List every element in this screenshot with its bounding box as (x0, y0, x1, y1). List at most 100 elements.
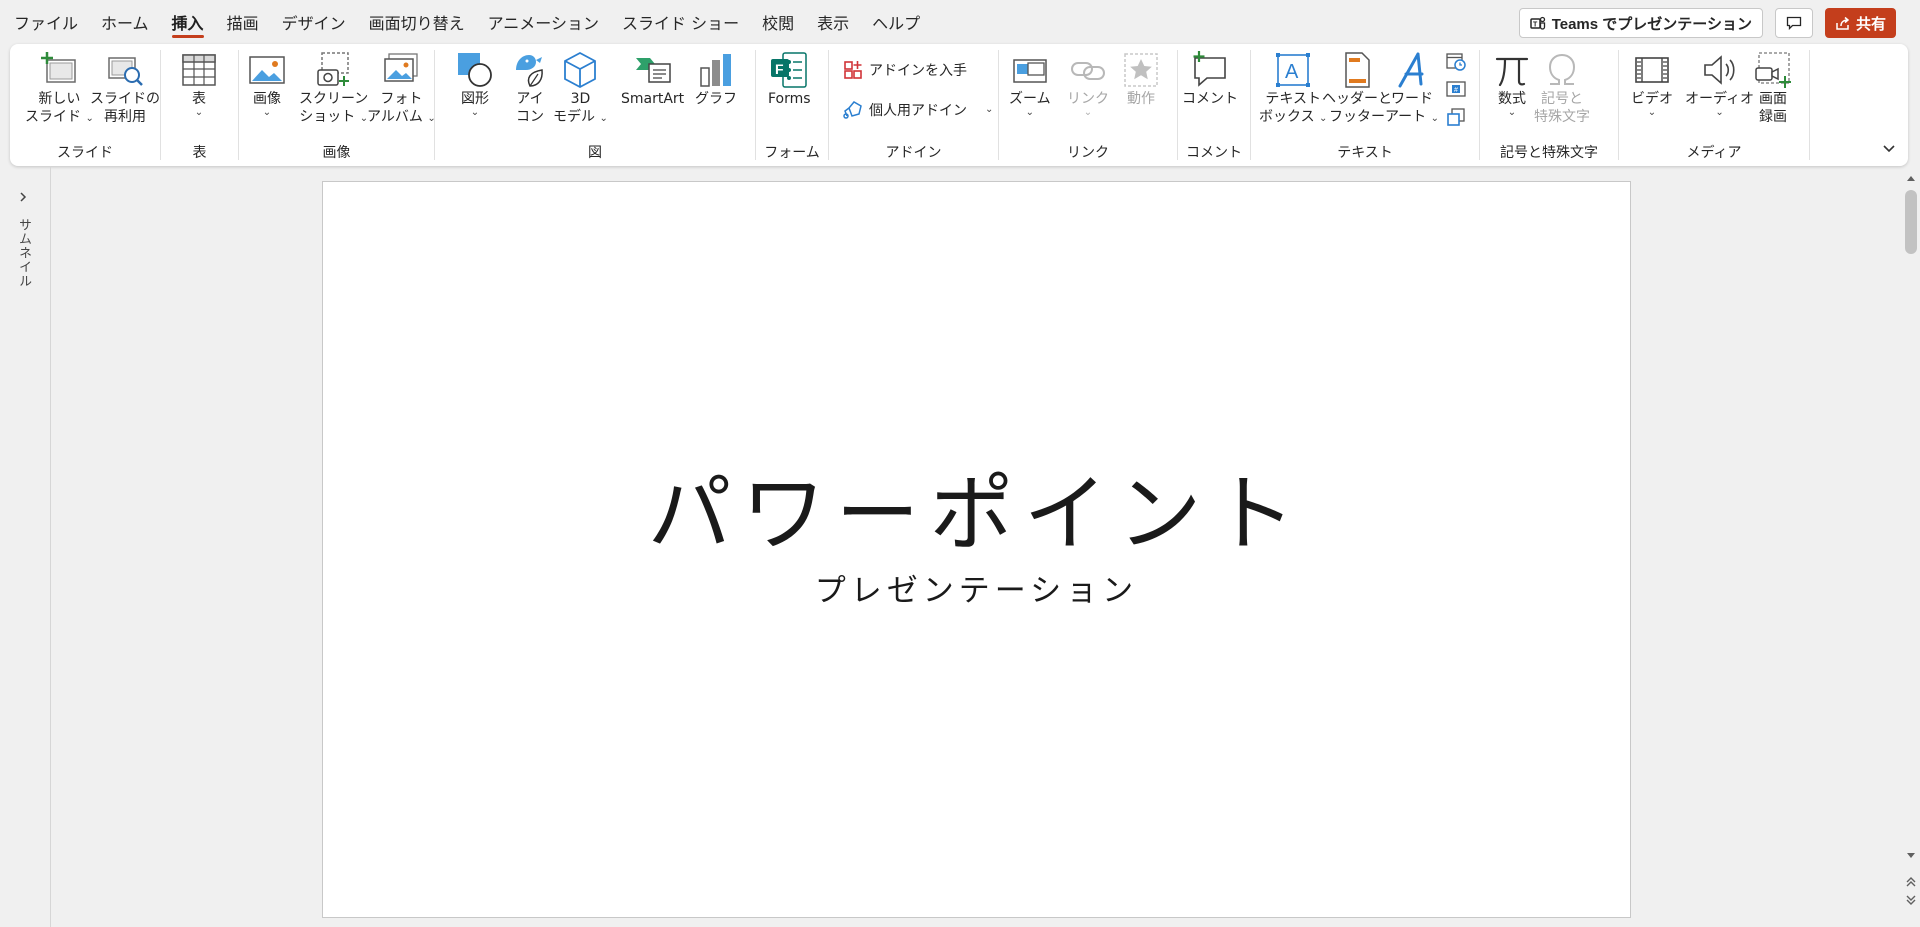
symbol-button[interactable]: 記号と 特殊文字 (1534, 50, 1590, 126)
slide-canvas[interactable]: パワーポイント プレゼンテーション (322, 181, 1631, 918)
3d-models-label-1: 3D (570, 91, 591, 107)
3d-models-label-2: モデル (553, 109, 595, 125)
tab-file[interactable]: ファイル (14, 0, 78, 44)
present-in-teams-button[interactable]: T Teams でプレゼンテーション (1518, 8, 1763, 38)
tab-animations[interactable]: アニメーション (488, 0, 599, 44)
get-addins-button[interactable]: アドインを入手 (843, 60, 967, 80)
symbols-group: 数式 ⌄ 記号と 特殊文字 記号と特殊文字 (1480, 44, 1618, 166)
link-label: リンク (1067, 91, 1109, 107)
new-comment-label: コメント (1182, 91, 1238, 107)
share-button[interactable]: 共有 (1824, 8, 1896, 38)
chevron-down-icon: ⌄ (1647, 107, 1657, 118)
svg-text:A: A (1285, 61, 1299, 83)
chevron-down-icon: ⌄ (599, 113, 608, 124)
forms-icon: F (769, 50, 809, 90)
cube-icon (560, 50, 600, 90)
wordart-button[interactable]: ワード アート ⌄ (1385, 50, 1439, 126)
tab-home[interactable]: ホーム (101, 0, 149, 44)
ribbon-divider (1809, 50, 1810, 160)
svg-text:F: F (775, 61, 784, 77)
slide-subtitle[interactable]: プレゼンテーション (323, 565, 1630, 610)
screenshot-icon (314, 50, 354, 90)
slide-title[interactable]: パワーポイント (323, 447, 1630, 568)
chart-button[interactable]: グラフ (695, 50, 737, 108)
previous-slide-button[interactable] (1904, 875, 1918, 889)
chart-label: グラフ (695, 91, 737, 107)
expand-thumbnails-button[interactable] (18, 188, 28, 207)
links-group: ズーム ⌄ リンク ⌄ 動作 リンク (999, 44, 1177, 166)
audio-button[interactable]: オーディオ ⌄ (1685, 50, 1754, 118)
wordart-label-2: アート (1385, 109, 1427, 125)
menu-right-actions: T Teams でプレゼンテーション 共有 (1518, 8, 1896, 38)
my-addins-button[interactable]: 個人用アドイン ⌄ (843, 100, 993, 120)
scroll-down-button[interactable] (1904, 849, 1918, 863)
shapes-button[interactable]: 図形 ⌄ (455, 50, 495, 118)
tab-design[interactable]: デザイン (282, 0, 346, 44)
symbol-label-2: 特殊文字 (1534, 109, 1590, 125)
slide-number-button[interactable]: # (1445, 78, 1467, 100)
comments-group-label: コメント (1186, 145, 1242, 161)
wordart-icon (1392, 50, 1432, 90)
photo-album-button[interactable]: フォト アルバム ⌄ (367, 50, 436, 126)
tab-transitions[interactable]: 画面切り替え (369, 0, 465, 44)
forms-label: Forms (768, 91, 811, 107)
smartart-button[interactable]: SmartArt (621, 50, 684, 108)
scroll-up-button[interactable] (1904, 171, 1918, 185)
ribbon-expand-button[interactable] (1882, 139, 1896, 158)
screenshot-button[interactable]: スクリーン ショット ⌄ (299, 50, 368, 126)
new-comment-button[interactable]: コメント (1182, 50, 1238, 108)
link-button[interactable]: リンク ⌄ (1067, 50, 1109, 118)
screenshot-label-2: ショット (299, 109, 356, 125)
new-slide-button[interactable]: 新しい スライド ⌄ (25, 50, 94, 126)
video-button[interactable]: ビデオ ⌄ (1631, 50, 1673, 118)
tab-insert[interactable]: 挿入 (171, 0, 204, 44)
picture-icon (247, 50, 287, 90)
table-button[interactable]: 表 ⌄ (179, 50, 219, 118)
forms-button[interactable]: F Forms (768, 50, 811, 108)
thumbnail-pane: サムネイル (0, 166, 51, 927)
action-button[interactable]: 動作 (1121, 50, 1161, 108)
header-footer-label-2: フッター (1329, 109, 1385, 125)
chevron-down-icon: ⌄ (1715, 107, 1724, 118)
omega-icon (1542, 50, 1582, 90)
scroll-thumb[interactable] (1905, 190, 1917, 254)
tab-review[interactable]: 校閲 (762, 0, 794, 44)
3d-models-button[interactable]: 3D モデル ⌄ (553, 50, 608, 126)
tab-draw[interactable]: 描画 (227, 0, 259, 44)
next-slide-button[interactable] (1904, 893, 1918, 907)
reuse-slides-button[interactable]: スライドの 再利用 (90, 50, 160, 126)
slides-group-label: スライド (57, 145, 113, 161)
vertical-scrollbar[interactable] (1902, 166, 1920, 927)
comment-icon (1786, 16, 1802, 30)
zoom-button[interactable]: ズーム ⌄ (1009, 50, 1051, 118)
photo-album-label-2: アルバム (367, 109, 423, 125)
screen-recording-label-1: 画面 (1759, 91, 1787, 107)
textbox-button[interactable]: A テキスト ボックス ⌄ (1259, 50, 1327, 126)
date-time-button[interactable] (1445, 50, 1467, 72)
screen-recording-label-2: 録画 (1759, 109, 1787, 125)
icons-button[interactable]: アイ コン (510, 50, 550, 126)
header-footer-button[interactable]: ヘッダーと フッター (1322, 50, 1392, 126)
share-icon (1836, 16, 1850, 30)
insert-object-button[interactable] (1445, 106, 1467, 128)
chevron-down-icon: ⌄ (1430, 113, 1440, 124)
addin-icon (843, 101, 862, 119)
picture-button[interactable]: 画像 ⌄ (247, 50, 287, 118)
chevron-down-icon: ⌄ (194, 107, 204, 118)
tab-view[interactable]: 表示 (817, 0, 849, 44)
reuse-slides-label-2: 再利用 (104, 109, 146, 125)
equation-button[interactable]: 数式 ⌄ (1492, 50, 1532, 118)
smartart-label: SmartArt (621, 91, 685, 107)
icons-label-1: アイ (516, 91, 544, 107)
tab-help[interactable]: ヘルプ (872, 0, 920, 44)
tab-slideshow[interactable]: スライド ショー (622, 0, 739, 44)
triangle-down-icon (1907, 853, 1915, 858)
new-slide-label-2: スライド (25, 109, 81, 125)
get-addins-label: アドインを入手 (869, 63, 967, 79)
comments-button[interactable] (1774, 8, 1813, 38)
images-group: 画像 ⌄ スクリーン ショット ⌄ フォト アルバム ⌄ 画像 (239, 44, 436, 166)
screen-recording-button[interactable]: 画面 録画 (1753, 50, 1793, 126)
reuse-slides-icon (105, 50, 145, 90)
tables-group-label: 表 (192, 145, 207, 161)
textbox-label-1: テキスト (1265, 91, 1322, 107)
